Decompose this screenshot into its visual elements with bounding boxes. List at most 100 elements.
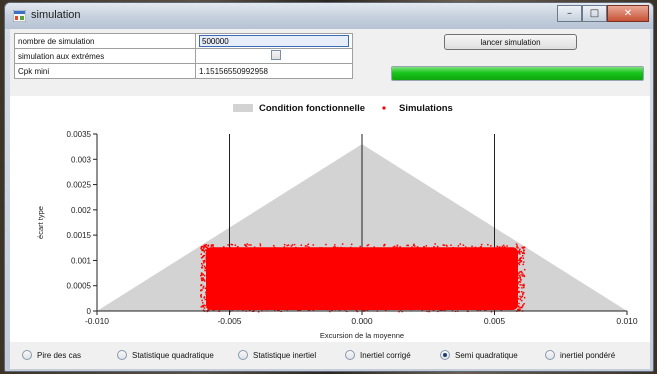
simulation-point <box>200 262 203 265</box>
legend-area-swatch <box>233 104 253 112</box>
simulation-point <box>519 284 521 286</box>
simulation-point <box>383 244 385 247</box>
simulation-point <box>522 263 524 266</box>
scatter-chart: Condition fonctionnelle Simulations 0 0.000… <box>36 103 638 340</box>
simulation-point <box>442 244 445 246</box>
simulation-point <box>518 263 521 266</box>
simulation-point <box>517 305 520 308</box>
simulation-point <box>523 283 525 286</box>
y-tick-label: 0.0005 <box>67 282 92 291</box>
simulation-point <box>290 245 293 247</box>
simulation-point <box>519 257 521 260</box>
y-tick-label: 0.0035 <box>67 130 92 139</box>
x-tick-label: 0.000 <box>351 316 373 326</box>
simulation-point <box>520 260 523 262</box>
desktop-background: simulation – □ ✕ nombre de simulation si… <box>0 0 657 374</box>
radio-dot[interactable] <box>545 350 555 360</box>
simulations-core <box>206 247 518 310</box>
simulation-point <box>522 292 524 295</box>
simulation-point <box>523 268 526 271</box>
simulation-point <box>204 287 207 289</box>
simulation-point <box>205 243 207 246</box>
y-tick-label: 0.001 <box>71 256 92 265</box>
cpk-label: Cpk mini <box>14 63 196 79</box>
radio-dot[interactable] <box>440 350 450 360</box>
simulation-point <box>227 244 229 246</box>
simulation-point <box>518 272 520 274</box>
x-axis-title: Excursion de la moyenne <box>320 331 404 340</box>
simulation-point <box>520 250 522 253</box>
simulation-point <box>203 304 205 307</box>
radio-dot[interactable] <box>117 350 127 360</box>
y-axis-title: écart type <box>36 206 45 239</box>
x-tick-label: 0.010 <box>616 316 638 326</box>
simulation-point <box>412 244 415 247</box>
simulation-window: simulation – □ ✕ nombre de simulation si… <box>4 2 654 372</box>
legend-point-swatch <box>382 106 386 110</box>
simulation-point <box>287 244 290 246</box>
launch-simulation-button[interactable]: lancer simulation <box>444 34 577 50</box>
simulation-point <box>210 245 213 248</box>
simulation-point <box>200 253 203 255</box>
simulation-point <box>200 284 203 286</box>
simulation-point <box>522 273 524 275</box>
simulation-point <box>517 287 520 289</box>
simulation-point <box>246 243 248 245</box>
simulation-point <box>231 243 234 246</box>
simulation-point <box>407 244 409 247</box>
n-sim-label: nombre de simulation <box>14 33 196 49</box>
y-tick-label: 0.003 <box>71 155 92 164</box>
simulation-point <box>521 284 523 286</box>
radio-dot[interactable] <box>22 350 32 360</box>
simulation-point <box>522 304 524 306</box>
simulation-point <box>203 307 206 309</box>
simulation-point <box>523 303 525 305</box>
simulation-point <box>204 298 207 301</box>
radio-label: Inertiel corrigé <box>360 351 411 360</box>
minimize-button[interactable]: – <box>557 5 582 22</box>
simulation-point <box>519 277 522 279</box>
simulation-point <box>462 244 465 246</box>
simulation-point <box>200 296 202 298</box>
n-sim-input[interactable] <box>199 35 349 47</box>
simulation-point <box>350 243 353 246</box>
radio-dot[interactable] <box>238 350 248 360</box>
table-row: nombre de simulation <box>14 33 353 49</box>
extremes-label: simulation aux extrémes <box>14 48 196 64</box>
x-tick-label: 0.005 <box>484 316 506 326</box>
simulation-point <box>207 245 209 247</box>
simulation-point <box>496 245 499 248</box>
simulation-point <box>523 261 525 263</box>
simulation-point <box>518 252 521 254</box>
simulation-point <box>367 244 370 246</box>
simulation-point <box>523 249 525 251</box>
simulation-point <box>518 262 520 264</box>
progress-bar <box>391 66 644 81</box>
extremes-checkbox[interactable] <box>271 50 281 60</box>
close-button[interactable]: ✕ <box>607 5 649 22</box>
radio-label: inertiel pondéré <box>560 351 616 360</box>
simulation-point <box>203 259 206 262</box>
x-tick-label: -0.010 <box>85 316 109 326</box>
simulation-point <box>300 244 303 246</box>
simulation-point <box>471 245 473 248</box>
simulation-point <box>523 286 525 289</box>
simulation-point <box>487 243 489 246</box>
y-tick-label: 0.0025 <box>67 181 92 190</box>
simulation-point <box>244 244 247 246</box>
simulation-point <box>522 247 524 249</box>
maximize-button[interactable]: □ <box>582 5 607 22</box>
simulation-point <box>334 244 336 246</box>
title-bar[interactable]: simulation – □ ✕ <box>5 3 653 29</box>
simulation-point <box>202 287 204 289</box>
simulation-point <box>519 306 521 309</box>
simulation-point <box>203 244 206 247</box>
simulation-point <box>519 248 521 251</box>
simulation-point <box>522 257 525 259</box>
simulation-point <box>248 244 250 246</box>
simulation-point <box>203 251 206 253</box>
simulation-point <box>518 259 520 262</box>
radio-dot[interactable] <box>345 350 355 360</box>
simulation-point <box>522 285 525 287</box>
simulation-point <box>519 298 522 300</box>
